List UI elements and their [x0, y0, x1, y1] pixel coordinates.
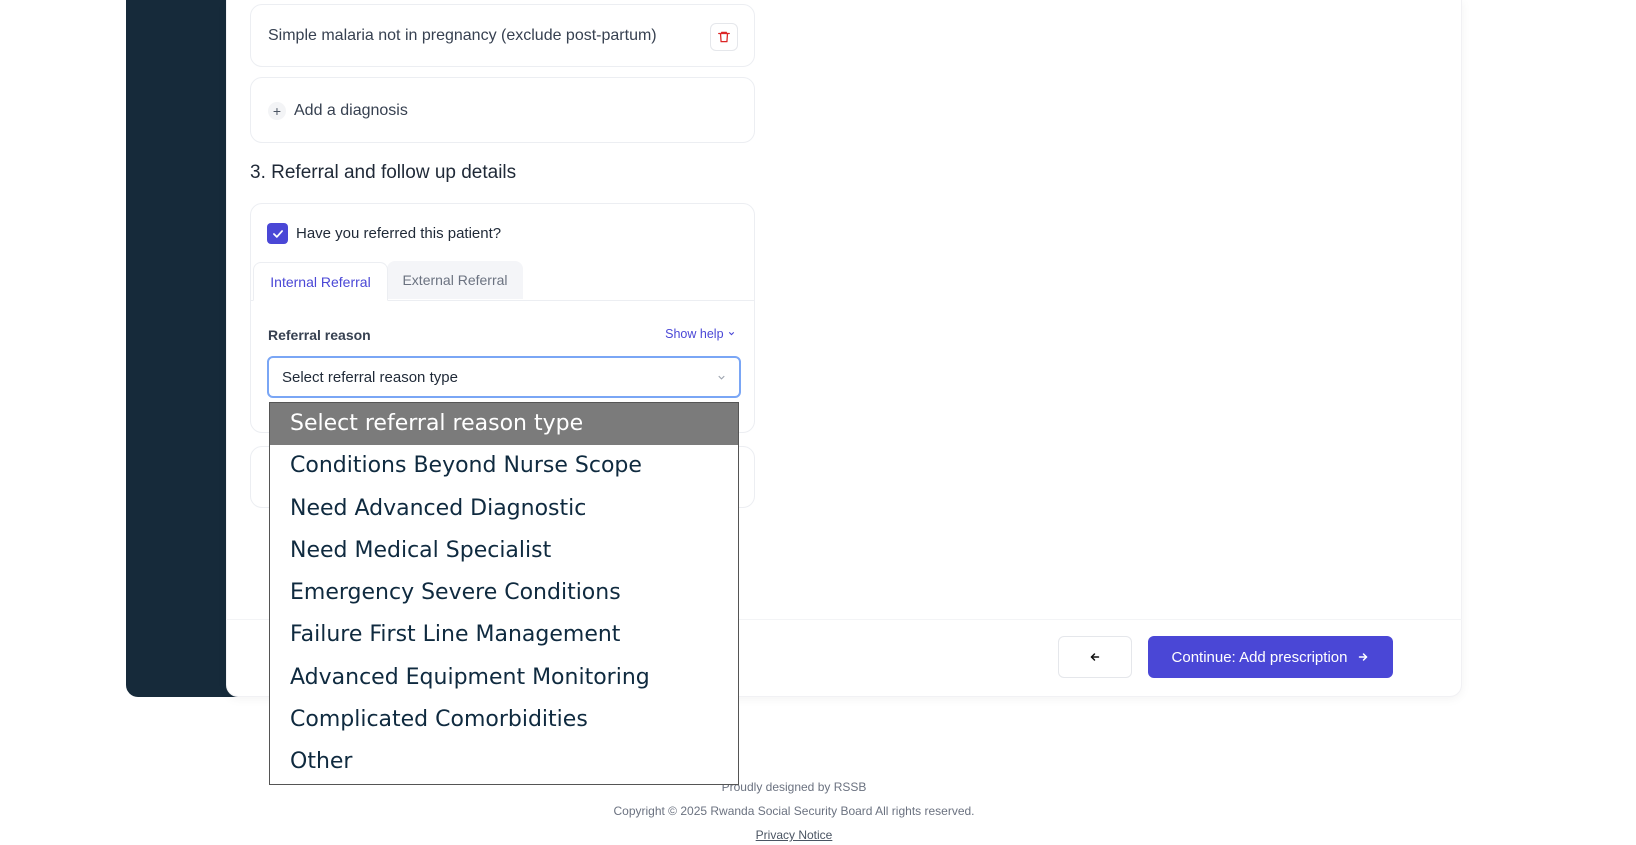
trash-icon: [718, 31, 730, 43]
dropdown-option[interactable]: Emergency Severe Conditions: [270, 572, 738, 614]
referral-reason-dropdown: Select referral reason type Conditions B…: [269, 402, 739, 785]
footer-designed-by: Proudly designed by RSSB: [721, 780, 867, 794]
add-diagnosis-button[interactable]: + Add a diagnosis: [250, 77, 755, 143]
referred-checkbox[interactable]: [267, 223, 288, 244]
back-button[interactable]: [1058, 636, 1132, 678]
referral-card: Have you referred this patient? Internal…: [250, 203, 755, 433]
privacy-notice-link[interactable]: Privacy Notice: [0, 828, 1588, 842]
tab-internal-referral[interactable]: Internal Referral: [253, 262, 388, 301]
section-title: 3. Referral and follow up details: [250, 162, 517, 183]
footer-copyright: Copyright © 2025 Rwanda Social Security …: [613, 804, 975, 818]
tab-external-referral[interactable]: External Referral: [387, 261, 523, 299]
chevron-down-icon: [718, 375, 725, 380]
dropdown-option[interactable]: Need Advanced Diagnostic: [270, 488, 738, 530]
dropdown-option[interactable]: Advanced Equipment Monitoring: [270, 657, 738, 699]
delete-diagnosis-button[interactable]: [710, 23, 738, 51]
dropdown-option[interactable]: Failure First Line Management: [270, 614, 738, 656]
referral-reason-label: Referral reason: [268, 327, 371, 343]
select-value: Select referral reason type: [282, 369, 458, 386]
dropdown-option[interactable]: Need Medical Specialist: [270, 530, 738, 572]
dropdown-option[interactable]: Other: [270, 741, 738, 783]
arrow-right-icon: [1359, 653, 1368, 661]
diagnosis-label: Simple malaria not in pregnancy (exclude…: [268, 27, 657, 44]
plus-icon: +: [268, 102, 286, 120]
diagnosis-item: Simple malaria not in pregnancy (exclude…: [250, 4, 755, 67]
add-diagnosis-label: Add a diagnosis: [294, 102, 408, 119]
show-help-label: Show help: [665, 327, 724, 341]
referred-checkbox-label: Have you referred this patient?: [296, 225, 502, 242]
referral-reason-select[interactable]: Select referral reason type: [267, 356, 741, 398]
continue-label: Continue: Add prescription: [1171, 648, 1348, 666]
arrow-left-icon: [1090, 653, 1100, 661]
show-help-link[interactable]: Show help: [665, 327, 736, 341]
continue-add-prescription-button[interactable]: Continue: Add prescription: [1148, 636, 1393, 678]
dropdown-option[interactable]: Select referral reason type: [270, 403, 738, 446]
dropdown-option[interactable]: Complicated Comorbidities: [270, 699, 738, 741]
check-icon: [272, 229, 283, 238]
chevron-down-icon: [728, 331, 735, 336]
dropdown-option[interactable]: Conditions Beyond Nurse Scope: [270, 445, 738, 487]
